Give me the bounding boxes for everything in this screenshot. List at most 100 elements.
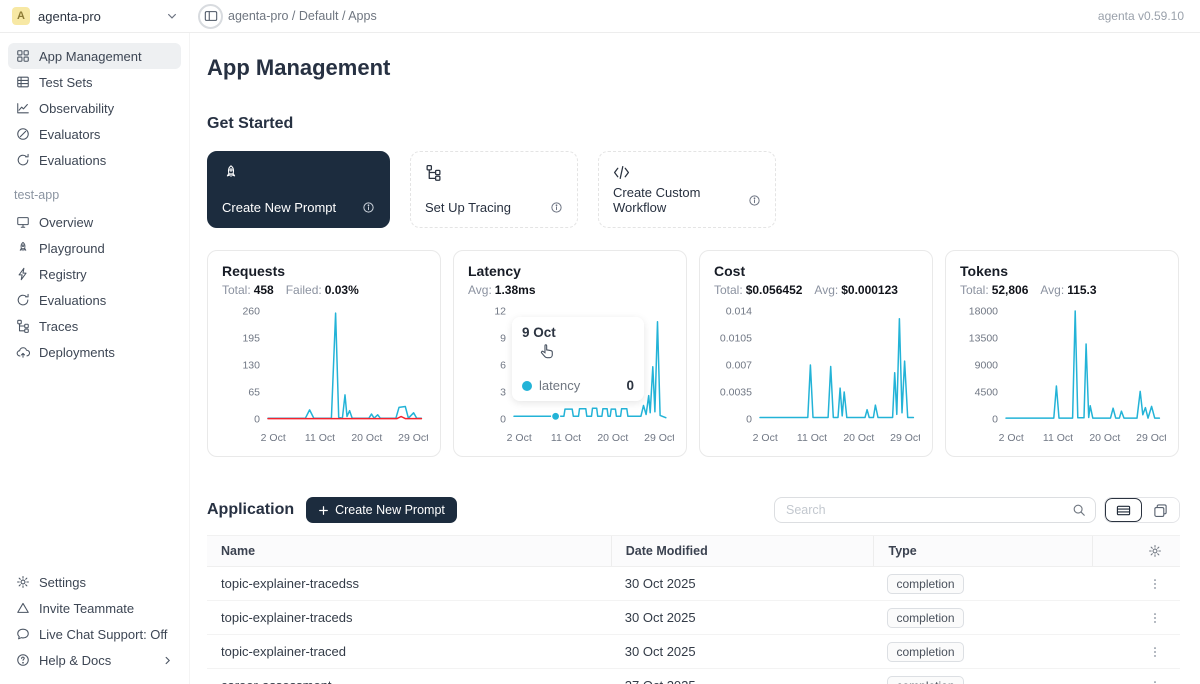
info-icon[interactable] bbox=[550, 201, 563, 214]
redo-icon bbox=[16, 293, 30, 307]
app-name: career-assessment bbox=[207, 669, 611, 684]
svg-text:20 Oct: 20 Oct bbox=[1089, 432, 1120, 444]
svg-text:0: 0 bbox=[254, 414, 260, 426]
row-actions-cell bbox=[1092, 567, 1180, 600]
svg-text:13500: 13500 bbox=[969, 333, 998, 345]
app-date-modified: 30 Oct 2025 bbox=[611, 635, 874, 668]
column-header-date-modified[interactable]: Date Modified bbox=[611, 536, 874, 566]
sidebar-item-label: Help & Docs bbox=[39, 653, 111, 668]
sidebar-item-observability[interactable]: Observability bbox=[8, 95, 181, 121]
create-custom-workflow-card[interactable]: Create Custom Workflow bbox=[598, 151, 776, 228]
svg-text:260: 260 bbox=[242, 306, 260, 318]
more-actions-icon[interactable] bbox=[1148, 645, 1162, 659]
search-box bbox=[774, 497, 1096, 523]
chevron-right-icon bbox=[162, 655, 173, 666]
svg-text:130: 130 bbox=[242, 360, 260, 372]
chart-canvas: 04500900013500180002 Oct11 Oct20 Oct29 O… bbox=[960, 301, 1166, 451]
sidebar-item-label: Deployments bbox=[39, 345, 115, 360]
sidebar-item-label: Settings bbox=[39, 575, 86, 590]
sidebar-item-label: Observability bbox=[39, 101, 114, 116]
workspace-selector[interactable]: A agenta-pro bbox=[0, 7, 190, 25]
cloud-icon bbox=[16, 345, 30, 359]
partition-icon bbox=[425, 164, 563, 181]
svg-text:0: 0 bbox=[746, 414, 752, 426]
get-started-title: Get Started bbox=[207, 115, 1180, 133]
sidebar-item-settings[interactable]: Settings bbox=[8, 569, 181, 595]
svg-text:0.007: 0.007 bbox=[726, 360, 752, 372]
svg-text:2 Oct: 2 Oct bbox=[507, 432, 532, 444]
table-row[interactable]: topic-explainer-traced 30 Oct 2025 compl… bbox=[207, 635, 1180, 669]
svg-text:4500: 4500 bbox=[975, 387, 999, 399]
app-window: A agenta-pro agenta-pro / Default / Apps… bbox=[0, 0, 1200, 684]
svg-text:195: 195 bbox=[242, 333, 260, 345]
sidebar-item-playground[interactable]: Playground bbox=[8, 235, 181, 261]
bolt-icon bbox=[16, 267, 30, 281]
search-icon[interactable] bbox=[1072, 503, 1086, 517]
sidebar-item-help-docs[interactable]: Help & Docs bbox=[8, 647, 181, 673]
more-actions-icon[interactable] bbox=[1148, 679, 1162, 684]
sidebar-item-overview[interactable]: Overview bbox=[8, 209, 181, 235]
test-sets-icon bbox=[16, 75, 30, 89]
table-row[interactable]: career-assessment 27 Oct 2025 completion bbox=[207, 669, 1180, 684]
project-group-label: test-app bbox=[8, 173, 181, 209]
sidebar-item-traces[interactable]: Traces bbox=[8, 313, 181, 339]
sidebar-item-label: Playground bbox=[39, 241, 105, 256]
card-label: Create New Prompt bbox=[222, 200, 336, 215]
svg-text:2 Oct: 2 Oct bbox=[753, 432, 778, 444]
card-label: Create Custom Workflow bbox=[613, 185, 748, 215]
set-up-tracing-card[interactable]: Set Up Tracing bbox=[410, 151, 578, 228]
sidebar-item-registry[interactable]: Registry bbox=[8, 261, 181, 287]
metric-card-cost: Cost Total:$0.056452 Avg:$0.000123 00.00… bbox=[699, 250, 933, 457]
redo-icon bbox=[16, 153, 30, 167]
sidebar-item-live-chat[interactable]: Live Chat Support: Off bbox=[8, 621, 181, 647]
svg-text:11 Oct: 11 Oct bbox=[305, 432, 335, 444]
sidebar-item-label: Live Chat Support: Off bbox=[39, 627, 167, 642]
info-icon[interactable] bbox=[362, 201, 375, 214]
more-actions-icon[interactable] bbox=[1148, 611, 1162, 625]
info-icon[interactable] bbox=[748, 194, 761, 207]
sidebar-item-invite-teammate[interactable]: Invite Teammate bbox=[8, 595, 181, 621]
sidebar-item-evaluations-project[interactable]: Evaluations bbox=[8, 287, 181, 313]
app-date-modified: 27 Oct 2025 bbox=[611, 669, 874, 684]
sidebar-item-label: Evaluations bbox=[39, 153, 106, 168]
svg-text:20 Oct: 20 Oct bbox=[843, 432, 874, 444]
app-date-modified: 30 Oct 2025 bbox=[611, 567, 874, 600]
tokens-chart: 04500900013500180002 Oct11 Oct20 Oct29 O… bbox=[960, 301, 1164, 451]
chart-stat: Avg:$0.000123 bbox=[814, 283, 898, 297]
chart-stat: Total:52,806 bbox=[960, 283, 1028, 297]
chart-stat: Total:$0.056452 bbox=[714, 283, 802, 297]
table-view-button[interactable] bbox=[1105, 498, 1142, 522]
card-view-button[interactable] bbox=[1142, 498, 1179, 522]
sidebar-item-test-sets[interactable]: Test Sets bbox=[8, 69, 181, 95]
table-row[interactable]: topic-explainer-traceds 30 Oct 2025 comp… bbox=[207, 601, 1180, 635]
rocket-icon bbox=[16, 241, 30, 255]
type-badge: completion bbox=[887, 676, 963, 684]
row-actions-cell bbox=[1092, 635, 1180, 668]
sidebar-spacer bbox=[8, 365, 181, 569]
sidebar-item-label: Traces bbox=[39, 319, 78, 334]
chart-canvas: 00.00350.0070.01050.0142 Oct11 Oct20 Oct… bbox=[714, 301, 920, 451]
chart-stat: Total:458 bbox=[222, 283, 274, 297]
sidebar-toggle-button[interactable] bbox=[198, 4, 223, 29]
column-header-type[interactable]: Type bbox=[873, 536, 1092, 566]
svg-text:29 Oct: 29 Oct bbox=[1136, 432, 1166, 444]
table-row[interactable]: topic-explainer-tracedss 30 Oct 2025 com… bbox=[207, 567, 1180, 601]
breadcrumb[interactable]: agenta-pro / Default / Apps bbox=[228, 9, 377, 23]
sidebar-item-evaluators[interactable]: Evaluators bbox=[8, 121, 181, 147]
sidebar-item-evaluations[interactable]: Evaluations bbox=[8, 147, 181, 173]
applications-table: Name Date Modified Type topic-explainer-… bbox=[207, 535, 1180, 684]
svg-text:65: 65 bbox=[248, 387, 260, 399]
sidebar-item-deployments[interactable]: Deployments bbox=[8, 339, 181, 365]
svg-text:6: 6 bbox=[500, 360, 506, 372]
create-new-prompt-card[interactable]: Create New Prompt bbox=[207, 151, 390, 228]
gear-icon[interactable] bbox=[1148, 544, 1162, 558]
chart-title: Tokens bbox=[960, 263, 1164, 279]
table-settings-cell bbox=[1092, 536, 1180, 566]
more-actions-icon[interactable] bbox=[1148, 577, 1162, 591]
create-new-prompt-button[interactable]: Create New Prompt bbox=[306, 497, 457, 523]
column-header-name[interactable]: Name bbox=[207, 536, 611, 566]
sidebar-item-app-management[interactable]: App Management bbox=[8, 43, 181, 69]
svg-text:9: 9 bbox=[500, 333, 506, 345]
search-input[interactable] bbox=[784, 502, 1072, 518]
get-started-cards: Create New Prompt Set Up Tracing bbox=[207, 151, 1180, 228]
